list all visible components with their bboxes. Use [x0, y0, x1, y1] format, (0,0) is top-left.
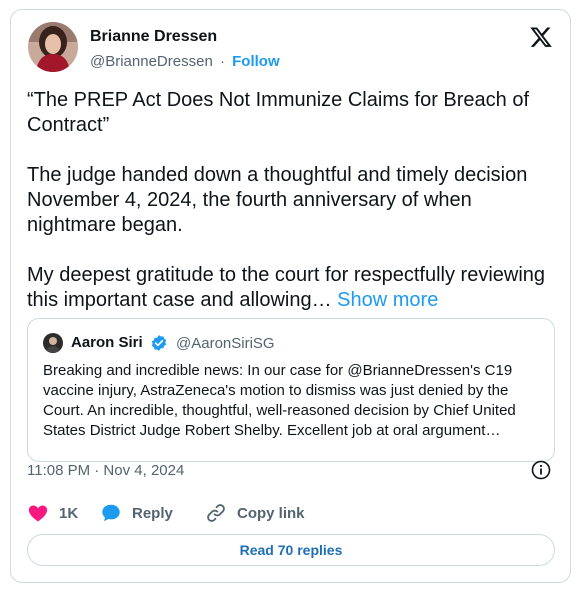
heart-icon [28, 505, 48, 522]
tweet-timestamp[interactable]: 11:08 PM · Nov 4, 2024 [27, 462, 184, 479]
tweet-paragraph-text: My deepest gratitude to the court for re… [27, 264, 546, 311]
reply-bubble-icon [102, 504, 120, 522]
quote-author-handle[interactable]: @AaronSiriSG [176, 335, 275, 352]
action-bar: 1K Reply Copy link [27, 501, 557, 525]
verified-badge-icon [150, 334, 168, 352]
quote-author-name[interactable]: Aaron Siri [71, 334, 143, 351]
author-handle[interactable]: @BrianneDressen [90, 53, 213, 70]
author-avatar[interactable] [28, 22, 78, 72]
tweet-paragraph: The judge handed down a thoughtful and t… [27, 164, 528, 236]
reply-button[interactable]: Reply [100, 501, 173, 525]
author-meta: @BrianneDressen · Follow [90, 53, 280, 70]
follow-button[interactable]: Follow [232, 53, 280, 70]
tweet-paragraph: My deepest gratitude to the court for re… [27, 263, 561, 313]
tweet-paragraph: “The PREP Act Does Not Immunize Claims f… [27, 89, 530, 136]
copy-link-label: Copy link [237, 504, 305, 522]
quoted-tweet[interactable]: Aaron Siri @AaronSiriSG Breaking and inc… [27, 318, 555, 462]
link-icon [207, 504, 225, 522]
x-logo-icon[interactable] [529, 25, 553, 49]
separator: · [219, 53, 225, 70]
reply-label: Reply [132, 504, 173, 522]
tweet-text: “The PREP Act Does Not Immunize Claims f… [27, 88, 561, 313]
author-name[interactable]: Brianne Dressen [90, 28, 217, 46]
info-icon[interactable] [531, 460, 551, 480]
show-more-link[interactable]: Show more [337, 289, 438, 311]
like-button[interactable]: 1K [27, 501, 78, 525]
quote-text: Breaking and incredible news: In our cas… [43, 362, 516, 439]
like-count: 1K [59, 504, 79, 522]
tweet-card: Brianne Dressen @BrianneDressen · Follow… [10, 9, 571, 583]
copy-link-button[interactable]: Copy link [205, 501, 305, 525]
read-replies-button[interactable]: Read 70 replies [27, 534, 555, 566]
quote-author-avatar[interactable] [43, 333, 63, 353]
